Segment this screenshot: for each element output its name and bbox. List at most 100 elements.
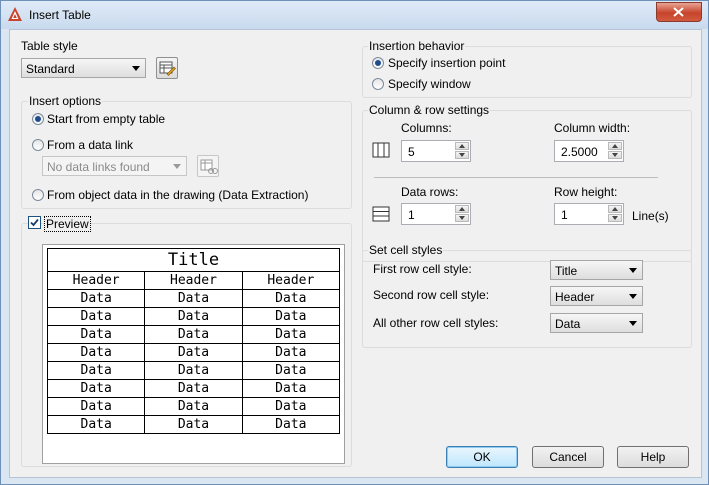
column-row-label: Column & row settings [368,103,491,117]
object-data-radio[interactable] [32,189,44,201]
insert-options-label: Insert options [28,94,103,108]
data-link-manager-button[interactable] [197,155,219,177]
spin-down-button[interactable] [455,214,469,222]
table-style-value: Standard [26,62,75,76]
second-row-style-select[interactable]: Header [550,286,643,306]
insertion-behavior-label: Insertion behavior [368,39,466,53]
data-link-select[interactable]: No data links found [42,156,187,176]
table-style-label: Table style [21,39,78,53]
table-style-select[interactable]: Standard [21,58,146,78]
other-row-style-label: All other row cell styles: [373,316,499,330]
preview-data-cell: Data [241,415,341,434]
preview-label[interactable]: Preview [44,216,91,232]
spin-up-button[interactable] [608,205,622,213]
preview-title-cell: Title [47,248,340,272]
columns-value: 5 [408,145,415,159]
lines-unit-label: Line(s) [632,209,669,223]
insertion-point-radio[interactable] [372,57,384,69]
object-data-label[interactable]: From object data in the drawing (Data Ex… [47,188,308,202]
preview-data-cell: Data [241,343,341,362]
preview-data-cell: Data [144,343,243,362]
preview-data-cell: Data [144,379,243,398]
preview-data-cell: Data [46,415,146,434]
data-link-label[interactable]: From a data link [47,138,133,152]
insert-table-dialog: Insert Table Table style Standard Insert… [0,0,709,485]
column-width-spinner[interactable]: 2.5000 [554,140,624,162]
second-row-style-label: Second row cell style: [373,288,490,302]
other-row-style-select[interactable]: Data [550,313,643,333]
preview-data-cell: Data [144,325,243,344]
start-empty-label[interactable]: Start from empty table [47,112,165,126]
other-row-style-value: Data [555,317,581,331]
columns-icon [372,142,390,158]
chevron-down-icon [132,66,140,71]
spin-down-button[interactable] [608,214,622,222]
preview-data-cell: Data [241,325,341,344]
divider [374,177,658,178]
preview-data-cell: Data [241,361,341,380]
help-button[interactable]: Help [617,446,689,468]
spin-up-button[interactable] [455,142,469,150]
preview-header-cell: Header [241,271,341,290]
preview-data-cell: Data [46,397,146,416]
data-link-icon [200,159,218,174]
preview-header-cell: Header [144,271,243,290]
spin-up-button[interactable] [608,142,622,150]
title-bar[interactable]: Insert Table [1,1,708,29]
chevron-down-icon [629,294,637,299]
column-width-value: 2.5000 [561,145,598,159]
autocad-app-icon [8,7,22,21]
spin-up-button[interactable] [455,205,469,213]
data-link-radio[interactable] [32,139,44,151]
first-row-style-select[interactable]: Title [550,260,643,280]
row-height-spinner[interactable]: 1 [554,203,624,225]
preview-data-cell: Data [46,361,146,380]
close-button[interactable] [656,2,702,22]
rows-icon [372,206,390,222]
preview-data-cell: Data [241,289,341,308]
preview-data-cell: Data [144,415,243,434]
checkmark-icon [30,218,39,227]
preview-header-cell: Header [46,271,146,290]
dialog-title: Insert Table [29,8,91,22]
specify-window-radio[interactable] [372,78,384,90]
first-row-style-value: Title [555,264,578,278]
row-height-label: Row height: [554,185,618,199]
preview-data-cell: Data [144,289,243,308]
preview-data-cell: Data [46,379,146,398]
preview-data-cell: Data [144,361,243,380]
spin-down-button[interactable] [608,151,622,159]
first-row-style-label: First row cell style: [373,262,472,276]
start-empty-radio[interactable] [32,113,44,125]
cell-styles-label: Set cell styles [368,243,444,257]
columns-label: Columns: [401,121,452,135]
preview-data-cell: Data [241,397,341,416]
preview-data-cell: Data [241,307,341,326]
preview-checkbox[interactable] [28,216,41,229]
table-style-dialog-icon [159,61,176,76]
specify-window-label[interactable]: Specify window [388,77,471,91]
chevron-down-icon [629,321,637,326]
second-row-style-value: Header [555,290,595,304]
close-icon [673,7,684,17]
column-width-label: Column width: [554,121,631,135]
preview-data-cell: Data [46,307,146,326]
data-rows-label: Data rows: [401,185,459,199]
row-height-value: 1 [561,208,568,222]
preview-data-cell: Data [46,325,146,344]
insertion-point-label[interactable]: Specify insertion point [388,56,505,70]
preview-data-cell: Data [46,289,146,308]
chevron-down-icon [173,164,181,169]
preview-data-cell: Data [144,307,243,326]
data-rows-value: 1 [408,208,415,222]
preview-data-cell: Data [144,397,243,416]
data-rows-spinner[interactable]: 1 [401,203,471,225]
table-style-dialog-button[interactable] [156,57,178,79]
cancel-button[interactable]: Cancel [532,446,604,468]
preview-data-cell: Data [241,379,341,398]
preview-data-cell: Data [46,343,146,362]
columns-spinner[interactable]: 5 [401,140,471,162]
chevron-down-icon [629,268,637,273]
spin-down-button[interactable] [455,151,469,159]
ok-button[interactable]: OK [446,446,518,468]
